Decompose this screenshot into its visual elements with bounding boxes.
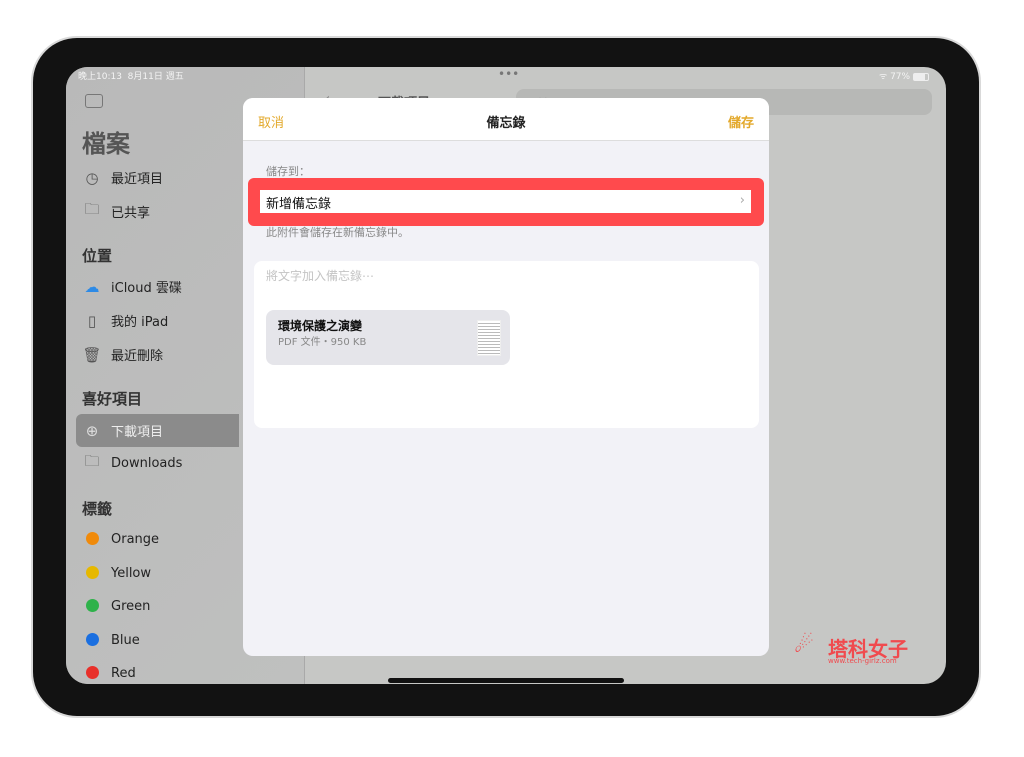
tag-green[interactable]: Green [76, 590, 239, 623]
sidebar-toggle-icon[interactable] [85, 94, 103, 108]
item-label: 最近項目 [111, 172, 164, 187]
tag-yellow[interactable]: Yellow [76, 557, 239, 590]
tag-dot-icon [85, 531, 99, 545]
sidebar-item-downloads-zh[interactable]: ⊕ 下載項目 [76, 414, 239, 447]
text-placeholder: 將文字加入備忘錄⋯ [266, 269, 375, 283]
locations-header: 位置 [82, 247, 113, 265]
tags-header: 標籤 [82, 500, 113, 518]
watermark-logo: ☄ 塔科女子 www.tech-girlz.com [794, 633, 908, 665]
watermark-icon: ☄ [794, 633, 814, 658]
item-label: Orange [111, 532, 160, 547]
item-label: Red [111, 666, 136, 681]
attachment-name: 環境保護之演變 [278, 319, 363, 333]
modal-title: 備忘錄 [486, 116, 526, 131]
sidebar-item-downloads[interactable]: 🗀 Downloads [76, 447, 239, 480]
trash-icon: 🗑 [82, 345, 102, 364]
tag-orange[interactable]: Orange [76, 523, 239, 556]
sidebar-item-recents[interactable]: ◷ 最近項目 [76, 161, 239, 194]
tag-dot-icon [85, 632, 99, 646]
ipad-icon: ▯ [87, 311, 97, 330]
note-body[interactable]: 將文字加入備忘錄⋯ 環境保護之演變 PDF 文件・950 KB [254, 261, 759, 428]
save-to-label: 儲存到： [266, 165, 310, 178]
tag-red[interactable]: Red [76, 657, 239, 684]
item-label: 我的 iPad [111, 315, 169, 330]
shared-folder-icon: 🗀 [84, 200, 100, 218]
item-label: 已共享 [111, 206, 151, 221]
sidebar-item-ipad[interactable]: ▯ 我的 iPad [76, 304, 239, 337]
attachment-card[interactable]: 環境保護之演變 PDF 文件・950 KB [266, 310, 510, 365]
sidebar-item-trash[interactable]: 🗑 最近刪除 [76, 338, 239, 371]
sidebar-item-icloud[interactable]: ☁ iCloud 雲碟 [76, 270, 239, 303]
item-label: Green [111, 599, 151, 614]
home-indicator[interactable] [388, 678, 624, 683]
item-label: 下載項目 [111, 425, 164, 440]
item-label: Downloads [111, 456, 183, 471]
item-label: Blue [111, 633, 140, 648]
destination-label: 新增備忘錄 [266, 197, 332, 212]
item-label: Yellow [111, 566, 152, 581]
download-icon: ⊕ [85, 421, 99, 440]
tag-blue[interactable]: Blue [76, 624, 239, 657]
pdf-thumbnail-icon [477, 320, 501, 356]
status-time: 晚上10:13 8月11日 週五 [78, 69, 184, 82]
item-label: iCloud 雲碟 [111, 281, 182, 296]
attachment-meta: PDF 文件・950 KB [278, 337, 367, 348]
hint-text: 此附件會儲存在新備忘錄中。 [266, 226, 409, 239]
battery-icon [912, 72, 929, 81]
chevron-right-icon: › [739, 193, 745, 208]
folder-icon: 🗀 [84, 452, 100, 470]
watermark-url: www.tech-girlz.com [828, 657, 897, 665]
sidebar-title: 檔案 [82, 130, 130, 158]
screen: 晚上10:13 8月11日 週五 ••• ᯤ 77% 檔案 ◷ 最近項目 🗀 已共享… [66, 67, 946, 684]
modal-header: 取消 備忘錄 儲存 [243, 98, 769, 141]
tag-dot-icon [85, 565, 99, 579]
notes-share-sheet: 取消 備忘錄 儲存 儲存到： 新增備忘錄 › 此附件會儲存在新備忘錄中。 將文字加… [243, 98, 769, 656]
tag-dot-icon [85, 665, 99, 679]
destination-row[interactable]: 新增備忘錄 › [260, 190, 751, 213]
item-label: 最近刪除 [111, 349, 164, 364]
status-right: ᯤ 77% [879, 69, 929, 82]
favorites-header: 喜好項目 [82, 390, 143, 408]
clock-icon: ◷ [85, 168, 99, 187]
tag-dot-icon [85, 598, 99, 612]
status-time-text: 晚上10:13 [78, 72, 122, 82]
save-button[interactable]: 儲存 [728, 112, 754, 131]
sidebar-item-shared[interactable]: 🗀 已共享 [76, 195, 239, 228]
icloud-icon: ☁ [84, 277, 100, 296]
multitasking-dots[interactable]: ••• [498, 67, 519, 81]
status-date-text: 8月11日 週五 [127, 72, 184, 82]
